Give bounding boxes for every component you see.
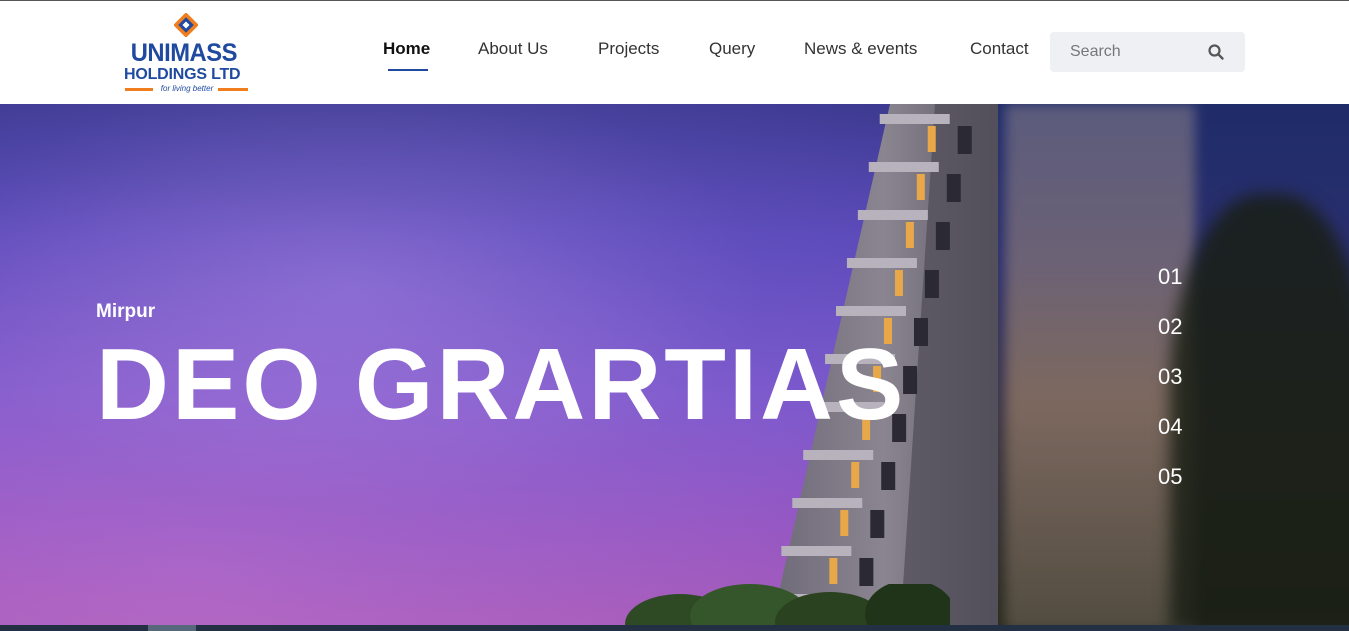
logo-name-line2: HOLDINGS LTD [124,66,241,83]
nav-item-query[interactable]: Query [709,39,755,59]
nav-item-about-us[interactable]: About Us [478,39,548,59]
search-icon[interactable] [1207,43,1225,61]
slide-indicator[interactable]: 02 [1158,314,1198,364]
site-header: UNIMASS HOLDINGS LTD for living better H… [0,1,1349,104]
search-box [1050,32,1245,72]
tagline-text: for living better [160,84,214,93]
hero-slider: Mirpur DEO GRARTIAS 01 02 03 04 05 [0,104,1349,631]
slide-progress-segment [148,625,196,631]
logo-name-line1: UNIMASS [130,39,238,67]
hero-location: Mirpur [96,301,156,322]
logo-diamond-icon [174,13,198,37]
nav-item-news-events[interactable]: News & events [804,39,917,59]
nav-item-projects[interactable]: Projects [598,39,659,59]
slide-indicator[interactable]: 03 [1158,364,1198,414]
slide-progress-bar [0,625,1349,631]
tagline-bar-left [125,88,153,91]
hero-title: DEO GRARTIAS [96,329,907,441]
company-logo[interactable]: UNIMASS HOLDINGS LTD for living better [124,11,250,96]
search-input[interactable] [1050,32,1200,72]
slide-indicator[interactable]: 04 [1158,414,1198,464]
active-nav-indicator [388,69,428,71]
hero-trees-image [625,584,950,631]
nav-item-contact[interactable]: Contact [970,39,1029,59]
nav-item-home[interactable]: Home [383,39,430,59]
slide-indicator[interactable]: 05 [1158,464,1198,514]
slide-indicator[interactable]: 01 [1158,264,1198,314]
logo-tagline: for living better [124,84,250,94]
tagline-bar-right [218,88,248,91]
slide-pagination: 01 02 03 04 05 [1158,264,1198,514]
